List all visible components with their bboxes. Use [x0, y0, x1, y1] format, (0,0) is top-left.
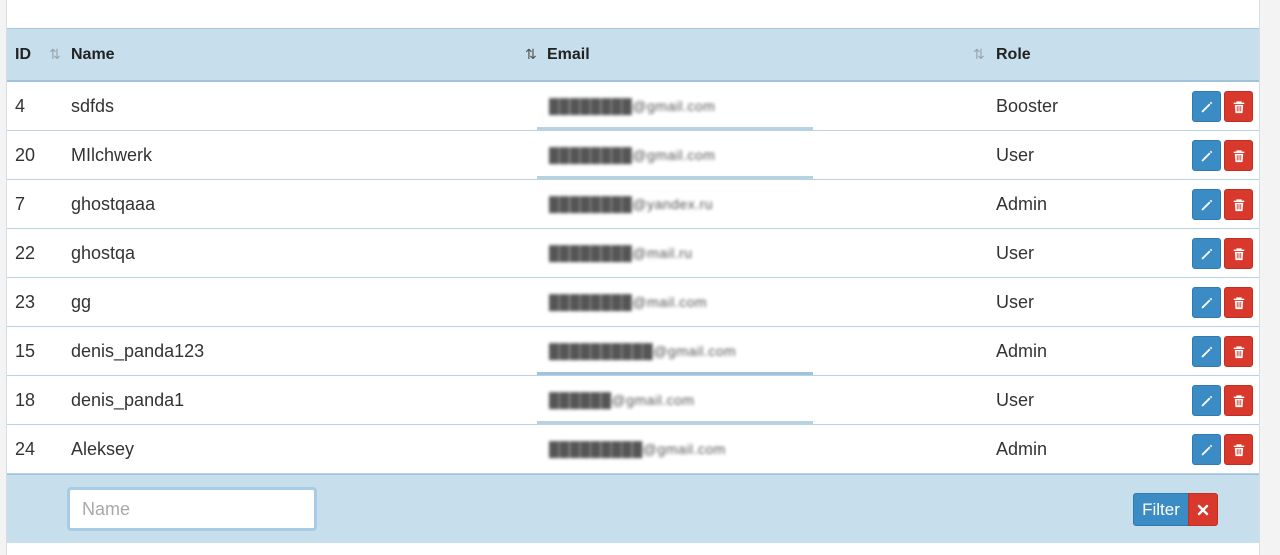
table-row: 18 denis_panda1 ██████@gmail.com User — [7, 376, 1259, 425]
table-top-strip — [7, 0, 1259, 29]
table-bottom-strip — [7, 543, 1259, 555]
header-name[interactable]: Name — [71, 29, 115, 80]
cell-name: Aleksey — [71, 439, 135, 459]
delete-button[interactable] — [1224, 385, 1253, 416]
pencil-icon — [1201, 150, 1212, 161]
email-text: ████████@gmail.com — [549, 147, 716, 163]
pencil-icon — [1201, 199, 1212, 210]
email-text: ████████@yandex.ru — [549, 196, 714, 212]
edit-button[interactable] — [1192, 385, 1221, 416]
header-role[interactable]: Role — [996, 29, 1031, 80]
cell-role: Admin — [996, 341, 1048, 361]
cell-role: User — [996, 145, 1035, 165]
header-email[interactable]: Email — [547, 29, 590, 80]
cell-id: 7 — [15, 194, 26, 214]
delete-button[interactable] — [1224, 336, 1253, 367]
delete-button[interactable] — [1224, 434, 1253, 465]
email-text: ████████@mail.ru — [549, 245, 693, 261]
trash-icon — [1233, 345, 1244, 358]
cell-id: 15 — [15, 341, 36, 361]
cell-email: ████████@gmail.com — [537, 131, 813, 179]
cell-role: Booster — [996, 96, 1059, 116]
cell-name: denis_panda123 — [71, 341, 205, 361]
trash-icon — [1233, 247, 1244, 260]
pencil-icon — [1201, 444, 1212, 455]
cell-name: MIlchwerk — [71, 145, 153, 165]
delete-button[interactable] — [1224, 189, 1253, 220]
trash-icon — [1233, 443, 1244, 456]
cell-name: denis_panda1 — [71, 390, 185, 410]
edit-button[interactable] — [1192, 336, 1221, 367]
pencil-icon — [1201, 395, 1212, 406]
table-row: 4 sdfds ████████@gmail.com Booster — [7, 82, 1259, 131]
delete-button[interactable] — [1224, 238, 1253, 269]
delete-button[interactable] — [1224, 91, 1253, 122]
trash-icon — [1233, 100, 1244, 113]
pencil-icon — [1201, 297, 1212, 308]
delete-button[interactable] — [1224, 287, 1253, 318]
edit-button[interactable] — [1192, 238, 1221, 269]
trash-icon — [1233, 198, 1244, 211]
cell-email: ██████████@gmail.com — [537, 327, 813, 375]
cell-email: ████████@mail.com — [537, 278, 813, 326]
edit-button[interactable] — [1192, 91, 1221, 122]
cell-id: 4 — [15, 96, 26, 116]
cell-email: █████████@gmail.com — [537, 425, 813, 473]
sort-arrows-icon[interactable]: ⇅ — [525, 29, 537, 80]
email-text: ████████@mail.com — [549, 294, 708, 310]
table-row: 22 ghostqa ████████@mail.ru User — [7, 229, 1259, 278]
email-text: ████████@gmail.com — [549, 98, 716, 114]
delete-button[interactable] — [1224, 140, 1253, 171]
cell-role: User — [996, 292, 1035, 312]
email-text: ██████@gmail.com — [549, 392, 695, 408]
table-row: 7 ghostqaaa ████████@yandex.ru Admin — [7, 180, 1259, 229]
table-row: 15 denis_panda123 ██████████@gmail.com A… — [7, 327, 1259, 376]
trash-icon — [1233, 149, 1244, 162]
filter-bar: Filter — [7, 474, 1259, 543]
cell-name: gg — [71, 292, 92, 312]
edit-button[interactable] — [1192, 140, 1221, 171]
filter-button[interactable]: Filter — [1133, 493, 1189, 526]
table-row: 23 gg ████████@mail.com User — [7, 278, 1259, 327]
cell-email: ████████@gmail.com — [537, 82, 813, 130]
email-text: ██████████@gmail.com — [549, 343, 737, 359]
cell-role: User — [996, 390, 1035, 410]
edit-button[interactable] — [1192, 287, 1221, 318]
trash-icon — [1233, 394, 1244, 407]
cell-id: 22 — [15, 243, 36, 263]
cell-role: User — [996, 243, 1035, 263]
table-header: ID ⇅ Name ⇅ Email ⇅ Role — [7, 29, 1259, 82]
cell-id: 23 — [15, 292, 36, 312]
edit-button[interactable] — [1192, 189, 1221, 220]
cell-id: 18 — [15, 390, 36, 410]
pencil-icon — [1201, 101, 1212, 112]
cell-id: 20 — [15, 145, 36, 165]
cell-email: ████████@mail.ru — [537, 229, 813, 277]
cell-name: sdfds — [71, 96, 115, 116]
header-id[interactable]: ID — [15, 29, 31, 80]
cell-id: 24 — [15, 439, 36, 459]
cell-email: ████████@yandex.ru — [537, 180, 813, 228]
pencil-icon — [1201, 346, 1212, 357]
email-text: █████████@gmail.com — [549, 441, 726, 457]
cell-name: ghostqa — [71, 243, 136, 263]
trash-icon — [1233, 296, 1244, 309]
cell-role: Admin — [996, 194, 1048, 214]
users-table-panel: ID ⇅ Name ⇅ Email ⇅ Role 4 sdfds ███████… — [6, 0, 1260, 555]
sort-arrows-icon[interactable]: ⇅ — [973, 29, 985, 80]
cell-role: Admin — [996, 439, 1048, 459]
table-row: 24 Aleksey █████████@gmail.com Admin — [7, 425, 1259, 474]
close-icon — [1197, 504, 1209, 515]
cell-name: ghostqaaa — [71, 194, 156, 214]
sort-arrows-icon[interactable]: ⇅ — [49, 29, 61, 80]
name-filter-input[interactable] — [67, 487, 317, 531]
clear-filter-button[interactable] — [1188, 493, 1218, 526]
edit-button[interactable] — [1192, 434, 1221, 465]
pencil-icon — [1201, 248, 1212, 259]
table-row: 20 MIlchwerk ████████@gmail.com User — [7, 131, 1259, 180]
cell-email: ██████@gmail.com — [537, 376, 813, 424]
